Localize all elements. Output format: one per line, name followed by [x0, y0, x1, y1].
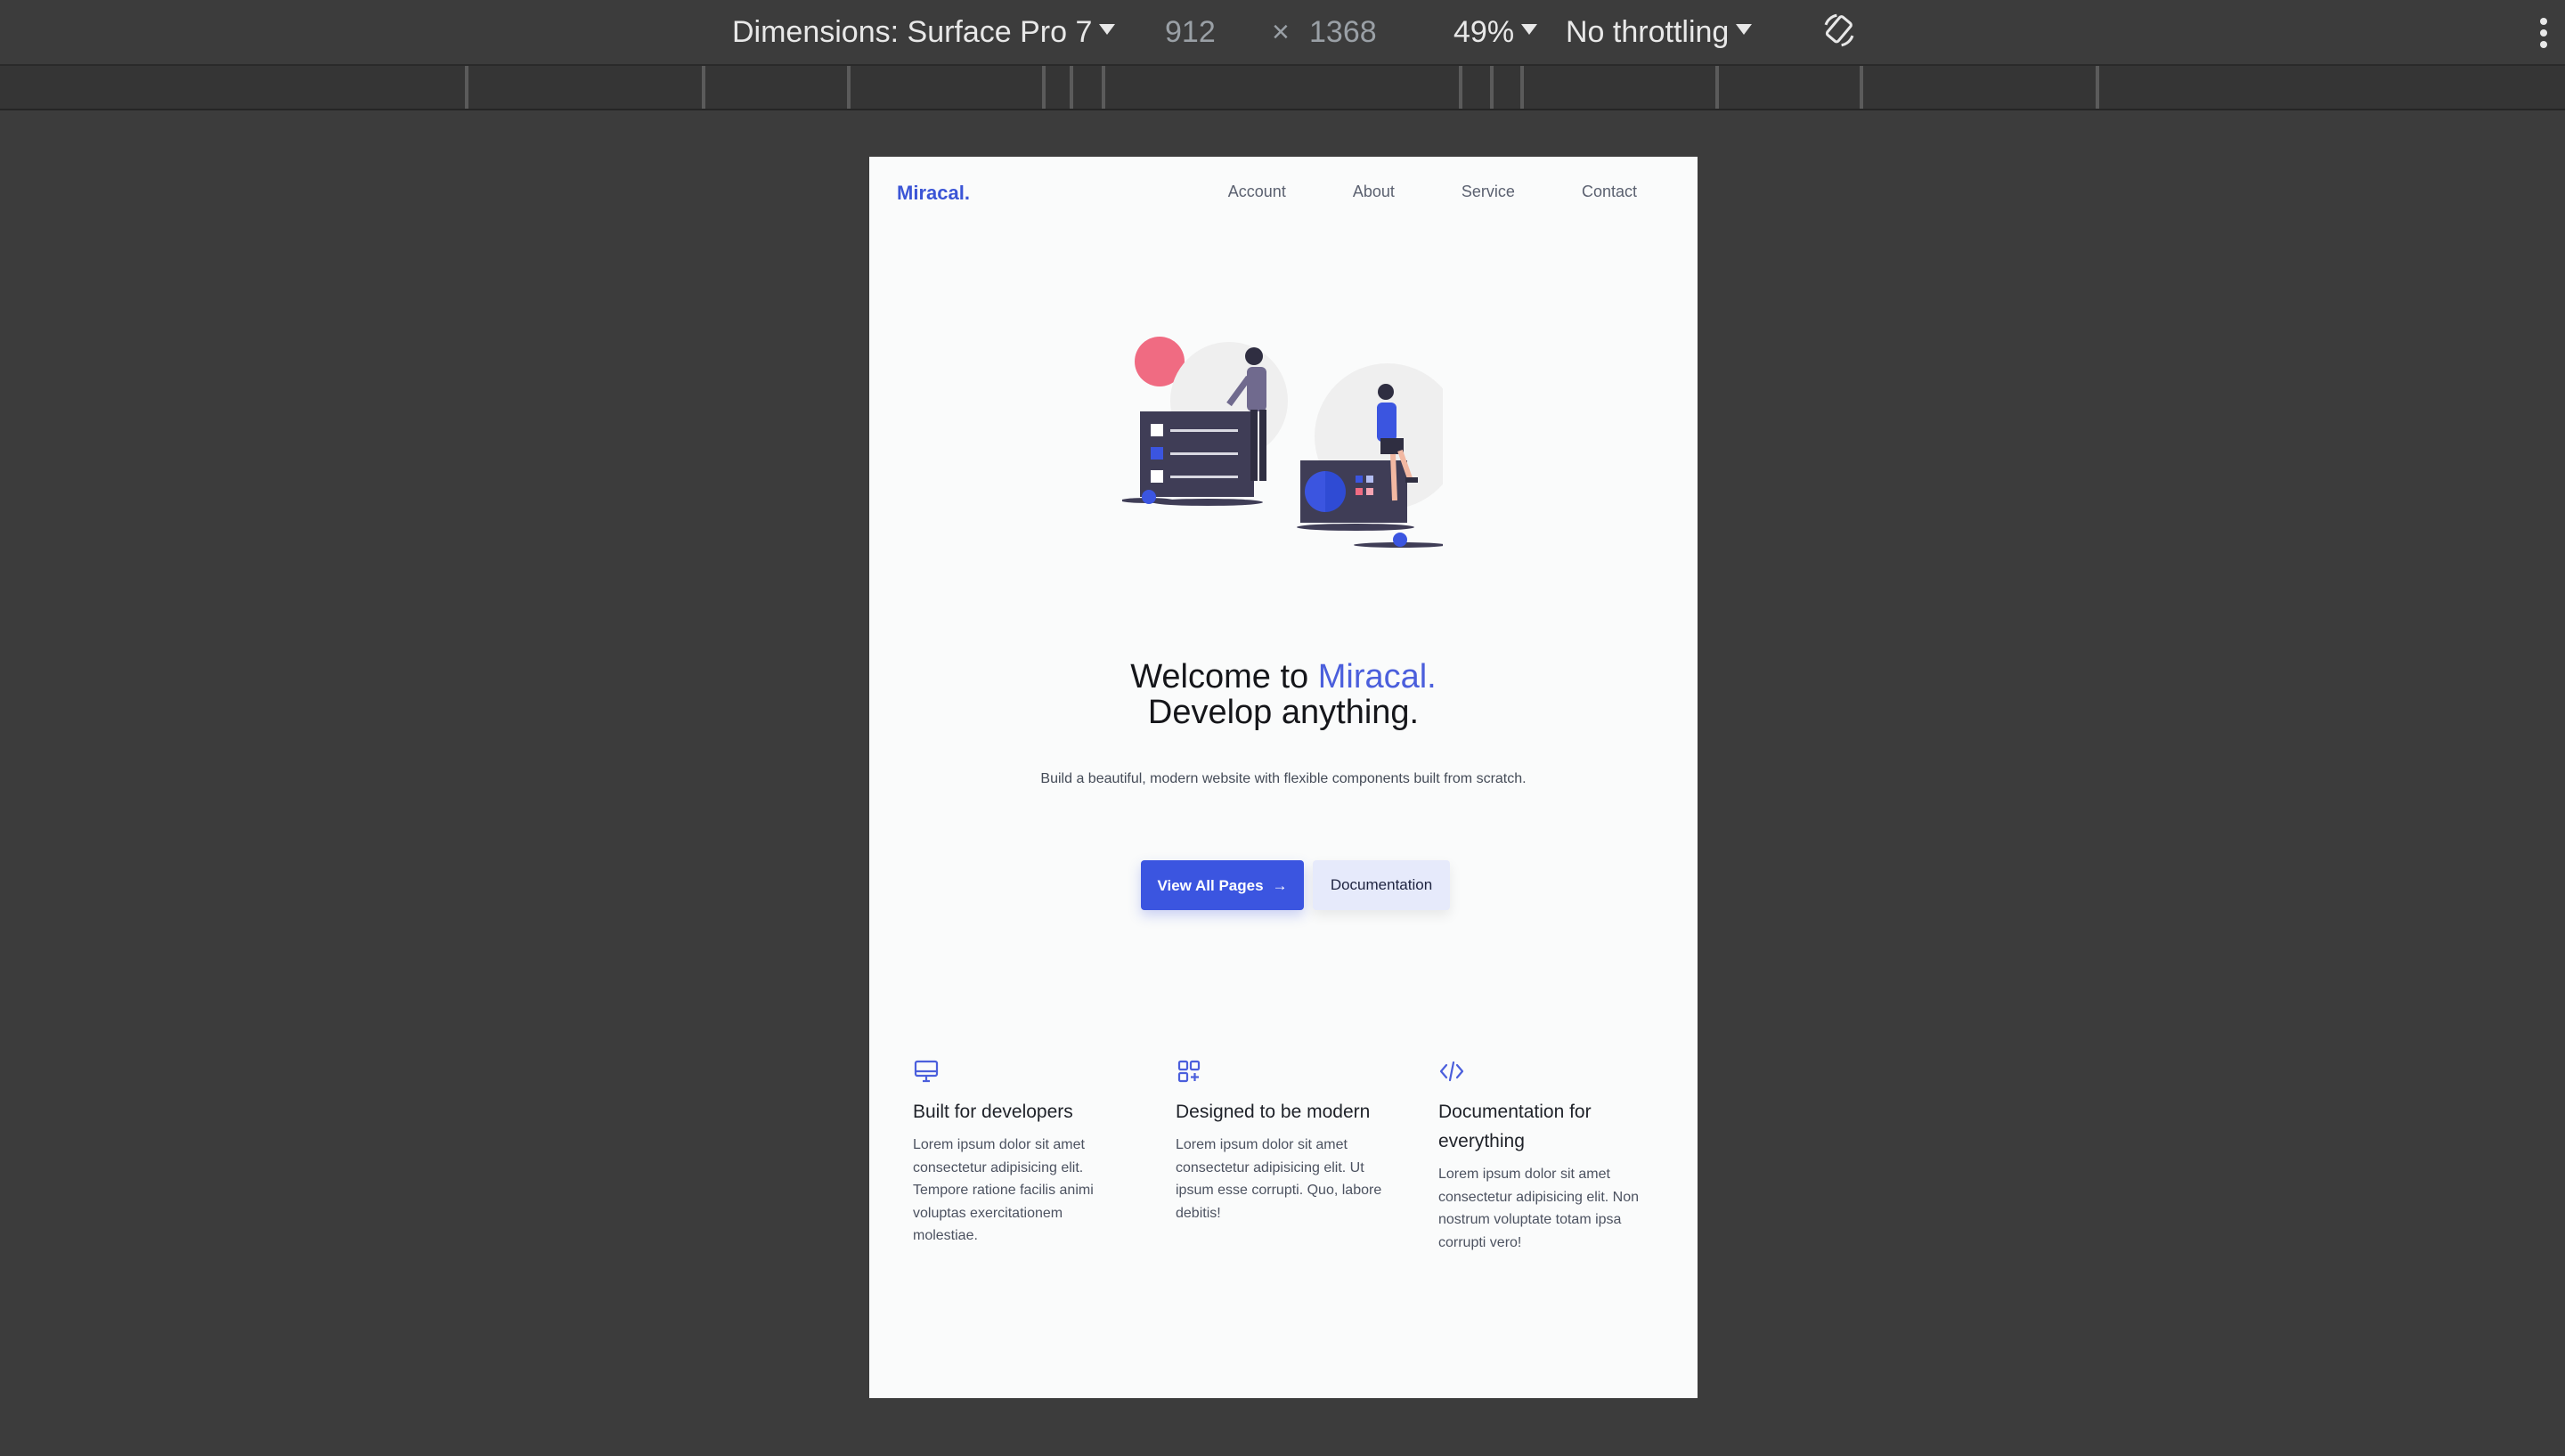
view-all-pages-button[interactable]: View All Pages →	[1141, 860, 1304, 910]
feature-title: Designed to be modern	[1176, 1102, 1371, 1122]
nav-contact[interactable]: Contact	[1582, 183, 1637, 200]
ruler-tick[interactable]	[1459, 66, 1462, 109]
hero-headline: Welcome to Miracal. Develop anything.	[869, 659, 1698, 730]
nav-about[interactable]: About	[1353, 183, 1395, 200]
feature-title: Built for developers	[913, 1102, 1073, 1122]
dimension-separator: ×	[1272, 15, 1290, 49]
chevron-down-icon	[1736, 24, 1753, 35]
devtools-device-toolbar: Dimensions: Surface Pro 7 912 × 1368 49%…	[0, 0, 2565, 66]
documentation-button[interactable]: Documentation	[1313, 860, 1450, 910]
hero-illustration	[1122, 337, 1443, 548]
ruler-tick[interactable]	[1715, 66, 1719, 109]
chevron-down-icon	[1521, 24, 1538, 35]
throttling-value: No throttling	[1566, 15, 1730, 49]
headline-line2: Develop anything.	[1147, 694, 1420, 731]
ruler-tick[interactable]	[1860, 66, 1863, 109]
chevron-down-icon	[1099, 24, 1116, 35]
ruler-tick[interactable]	[1490, 66, 1494, 109]
headline-prefix: Welcome to	[1130, 658, 1318, 695]
device-viewport: Miracal. Account About Service Contact W…	[869, 157, 1698, 1398]
ruler-tick[interactable]	[2096, 66, 2099, 109]
code-icon	[1439, 1061, 1464, 1082]
ruler-tick[interactable]	[465, 66, 468, 109]
ruler-tick[interactable]	[702, 66, 705, 109]
hero-subtitle: Build a beautiful, modern website with f…	[1040, 771, 1527, 786]
nav-service[interactable]: Service	[1462, 183, 1515, 200]
rotate-icon[interactable]	[1817, 11, 1861, 50]
grid-plus-icon	[1177, 1060, 1201, 1083]
device-select[interactable]: Dimensions: Surface Pro 7	[732, 12, 1116, 52]
nav-account[interactable]: Account	[1228, 183, 1286, 200]
more-vert-icon[interactable]	[2540, 18, 2547, 53]
ruler-tick[interactable]	[1102, 66, 1105, 109]
ruler-tick[interactable]	[1520, 66, 1524, 109]
feature-card: Designed to be modern Lorem ipsum dolor …	[1176, 1058, 1389, 1224]
ruler-tick[interactable]	[1070, 66, 1073, 109]
headline-accent: Miracal.	[1317, 658, 1437, 695]
ruler-tick[interactable]	[1042, 66, 1046, 109]
media-query-ruler	[0, 66, 2565, 110]
site-logo[interactable]: Miracal.	[897, 182, 970, 205]
feature-card: Built for developers Lorem ipsum dolor s…	[913, 1058, 1127, 1248]
top-nav: Account About Service Contact	[1228, 183, 1637, 201]
view-all-pages-label: View All Pages	[1157, 877, 1264, 894]
ruler-tick[interactable]	[847, 66, 851, 109]
zoom-select[interactable]: 49%	[1454, 12, 1538, 52]
monitor-icon	[914, 1060, 939, 1083]
feature-text: Lorem ipsum dolor sit amet consectetur a…	[1176, 1137, 1382, 1221]
feature-card: Documentation for everything Lorem ipsum…	[1438, 1058, 1652, 1254]
throttling-select[interactable]: No throttling	[1566, 12, 1753, 52]
device-label: Dimensions: Surface Pro 7	[732, 15, 1093, 49]
feature-text: Lorem ipsum dolor sit amet consectetur a…	[913, 1137, 1094, 1243]
feature-title: Documentation for everything	[1438, 1102, 1592, 1151]
width-input[interactable]: 912	[1165, 12, 1216, 52]
arrow-right-icon: →	[1272, 877, 1288, 894]
height-input[interactable]: 1368	[1309, 12, 1377, 52]
zoom-value: 49%	[1454, 15, 1515, 49]
feature-text: Lorem ipsum dolor sit amet consectetur a…	[1438, 1167, 1640, 1250]
